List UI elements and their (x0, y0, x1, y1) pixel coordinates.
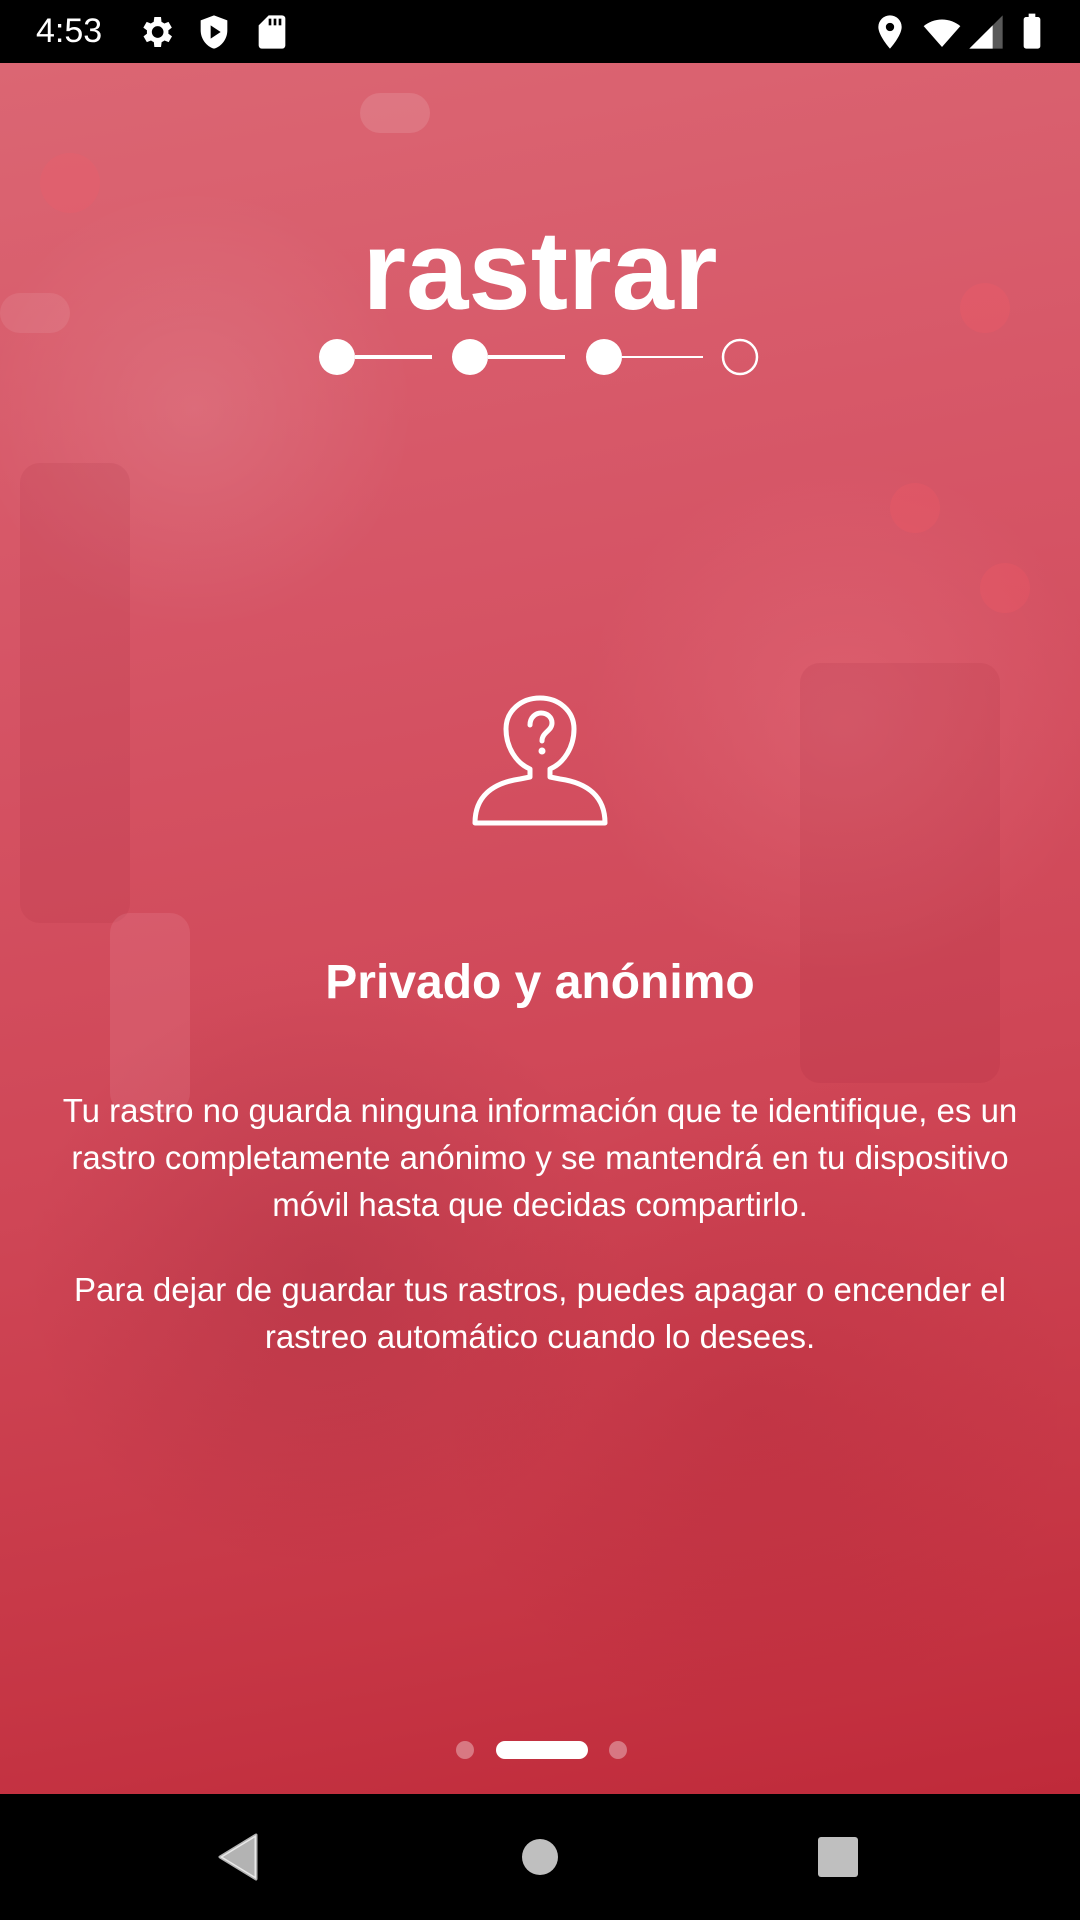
home-icon[interactable] (510, 1827, 570, 1887)
shield-play-icon (200, 15, 228, 49)
background-bokeh (40, 153, 100, 213)
anonymous-person-icon (472, 695, 608, 826)
logo-wordmark: rastrar (363, 208, 718, 333)
page-dot-3[interactable] (609, 1741, 627, 1759)
slide-title: Privado y anónimo (325, 956, 755, 1009)
onboarding-screen[interactable]: rastrar Privado y anónimo Tu rastro no g… (0, 63, 1080, 1794)
background-blob (20, 463, 130, 923)
page-dot-1[interactable] (456, 1741, 474, 1759)
navigation-bar (0, 1794, 1080, 1920)
wifi-icon (923, 19, 961, 47)
slide-description-2: Para dejar de guardar tus rastros, puede… (74, 1271, 1006, 1355)
status-time: 4:53 (36, 12, 103, 50)
page-indicator (0, 1739, 1080, 1759)
background-blob (360, 93, 430, 133)
sd-card-icon (258, 15, 286, 49)
recents-icon[interactable] (808, 1827, 868, 1887)
background-blob (0, 293, 70, 333)
gear-icon (143, 17, 172, 47)
background-bokeh (890, 483, 940, 533)
background-bokeh (980, 563, 1030, 613)
back-icon[interactable] (208, 1827, 268, 1887)
background-bokeh (960, 283, 1010, 333)
rastrar-logo: rastrar (319, 208, 759, 376)
battery-icon (1023, 13, 1041, 49)
signal-icon (969, 15, 1003, 49)
background-blob (800, 663, 1000, 1083)
status-bar: 4:53 (0, 0, 1080, 63)
location-icon (878, 15, 902, 49)
logo-track-icon (319, 338, 759, 376)
page-dot-2-active[interactable] (496, 1741, 588, 1759)
slide-description-1: Tu rastro no guarda ninguna información … (62, 1092, 1018, 1223)
